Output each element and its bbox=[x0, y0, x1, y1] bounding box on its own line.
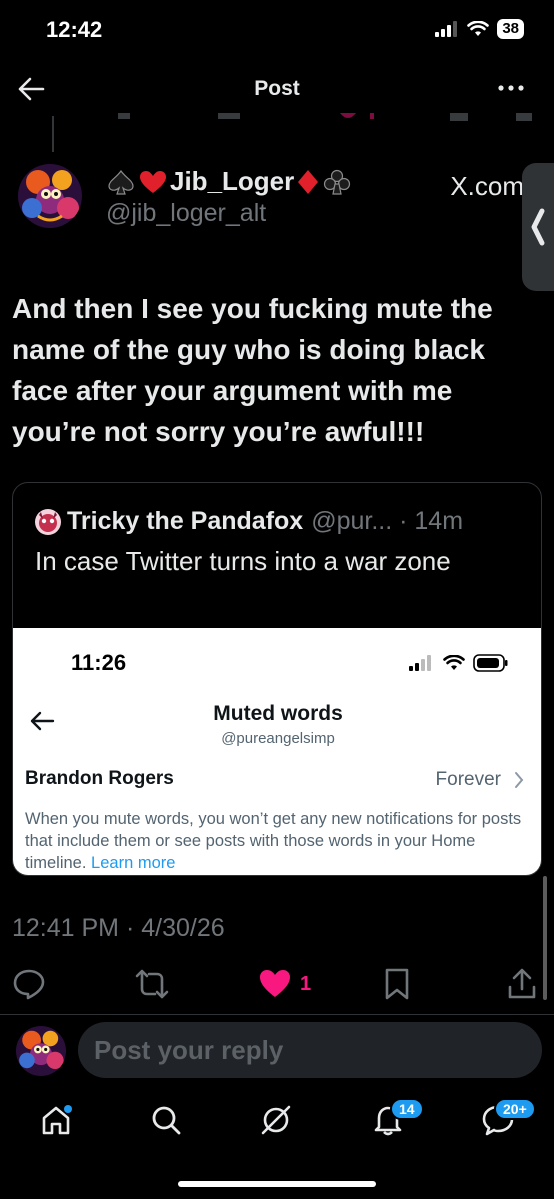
reply-input[interactable]: Post your reply bbox=[78, 1022, 542, 1078]
embedded-status-icons bbox=[409, 654, 509, 672]
chevron-left-icon bbox=[531, 208, 545, 246]
embedded-status-time: 11:26 bbox=[71, 650, 127, 675]
heart-filled-icon bbox=[260, 970, 290, 997]
embedded-battery-icon bbox=[473, 654, 508, 672]
bookmark-button[interactable] bbox=[382, 962, 412, 1006]
like-button[interactable]: 1 bbox=[258, 962, 311, 1006]
parent-post-actions bbox=[100, 112, 540, 124]
share-icon bbox=[508, 968, 536, 999]
quote-author-name: Tricky the Pandafox bbox=[67, 507, 304, 535]
messages-badge: 20+ bbox=[494, 1098, 536, 1120]
search-icon bbox=[152, 1106, 181, 1135]
quote-author-meta: @pur... · 14m bbox=[311, 507, 464, 535]
embedded-wifi-icon bbox=[443, 655, 465, 670]
tab-grok[interactable] bbox=[254, 1098, 298, 1142]
author-info: Jib_Loger @jib_loger_alt bbox=[106, 166, 352, 228]
embedded-signal-icon bbox=[409, 655, 431, 671]
club-icon bbox=[324, 169, 351, 195]
author-avatar[interactable] bbox=[18, 164, 82, 228]
quote-author-avatar bbox=[35, 508, 61, 535]
author-name-text: Jib_Loger bbox=[170, 166, 295, 196]
muted-word-label: Brandon Rogers bbox=[25, 768, 174, 789]
quote-header: Tricky the Pandafox @pur... · 14m bbox=[35, 507, 463, 536]
post-body-text: And then I see you fucking mute the name… bbox=[12, 293, 493, 447]
post-timestamp: 12:41 PM · 4/30/26 bbox=[12, 914, 225, 942]
like-count: 1 bbox=[300, 972, 312, 995]
page-title: Post bbox=[254, 77, 300, 100]
status-icons: 38 bbox=[435, 19, 524, 39]
current-user-avatar[interactable] bbox=[16, 1026, 66, 1076]
home-indicator[interactable] bbox=[178, 1181, 376, 1187]
top-nav: Post bbox=[0, 62, 554, 116]
quote-media-image[interactable]: 11:26 Muted words @pureangelsimp Brandon… bbox=[13, 628, 541, 875]
author-handle[interactable]: @jib_loger_alt bbox=[106, 199, 352, 228]
battery-indicator: 38 bbox=[497, 19, 524, 39]
embedded-handle: @pureangelsimp bbox=[221, 730, 335, 747]
embedded-description: When you mute words, you won’t get any n… bbox=[25, 808, 535, 874]
author-display-name[interactable]: Jib_Loger bbox=[106, 166, 352, 197]
heart-icon bbox=[140, 170, 166, 193]
more-dots-icon bbox=[498, 85, 524, 91]
embedded-chevron-right-icon bbox=[515, 772, 524, 788]
embedded-learn-more-link: Learn more bbox=[91, 854, 176, 872]
bottom-tab-bar: 14 20+ bbox=[0, 1088, 554, 1158]
reply-icon bbox=[13, 969, 45, 1000]
bookmark-icon bbox=[385, 968, 409, 1000]
status-time: 12:42 bbox=[46, 17, 103, 42]
notifications-badge: 14 bbox=[390, 1098, 424, 1120]
diamond-icon bbox=[298, 169, 319, 194]
tab-search[interactable] bbox=[144, 1098, 188, 1142]
x-com-link[interactable]: X.com bbox=[450, 171, 524, 202]
thread-connector bbox=[52, 116, 54, 152]
wifi-icon bbox=[467, 21, 490, 36]
reply-button[interactable] bbox=[12, 962, 46, 1006]
muted-word-duration: Forever bbox=[435, 769, 501, 790]
side-panel-handle[interactable] bbox=[522, 163, 554, 291]
divider bbox=[0, 1014, 554, 1015]
tab-home[interactable] bbox=[34, 1098, 78, 1142]
embedded-title: Muted words bbox=[213, 702, 343, 725]
spade-icon bbox=[108, 169, 134, 195]
quoted-post[interactable]: Tricky the Pandafox @pur... · 14m In cas… bbox=[12, 482, 542, 876]
status-bar: 12:42 38 bbox=[0, 0, 554, 62]
grok-icon bbox=[261, 1105, 291, 1135]
share-button[interactable] bbox=[506, 962, 538, 1006]
post-actions: 1 bbox=[0, 962, 554, 1006]
signal-icon bbox=[435, 21, 458, 37]
quote-body-text: In case Twitter turns into a war zone bbox=[35, 546, 451, 576]
more-options-button[interactable] bbox=[496, 76, 526, 100]
repost-button[interactable] bbox=[134, 962, 170, 1006]
home-icon bbox=[42, 1105, 72, 1135]
repost-icon bbox=[135, 969, 169, 999]
reply-placeholder: Post your reply bbox=[94, 1035, 284, 1065]
